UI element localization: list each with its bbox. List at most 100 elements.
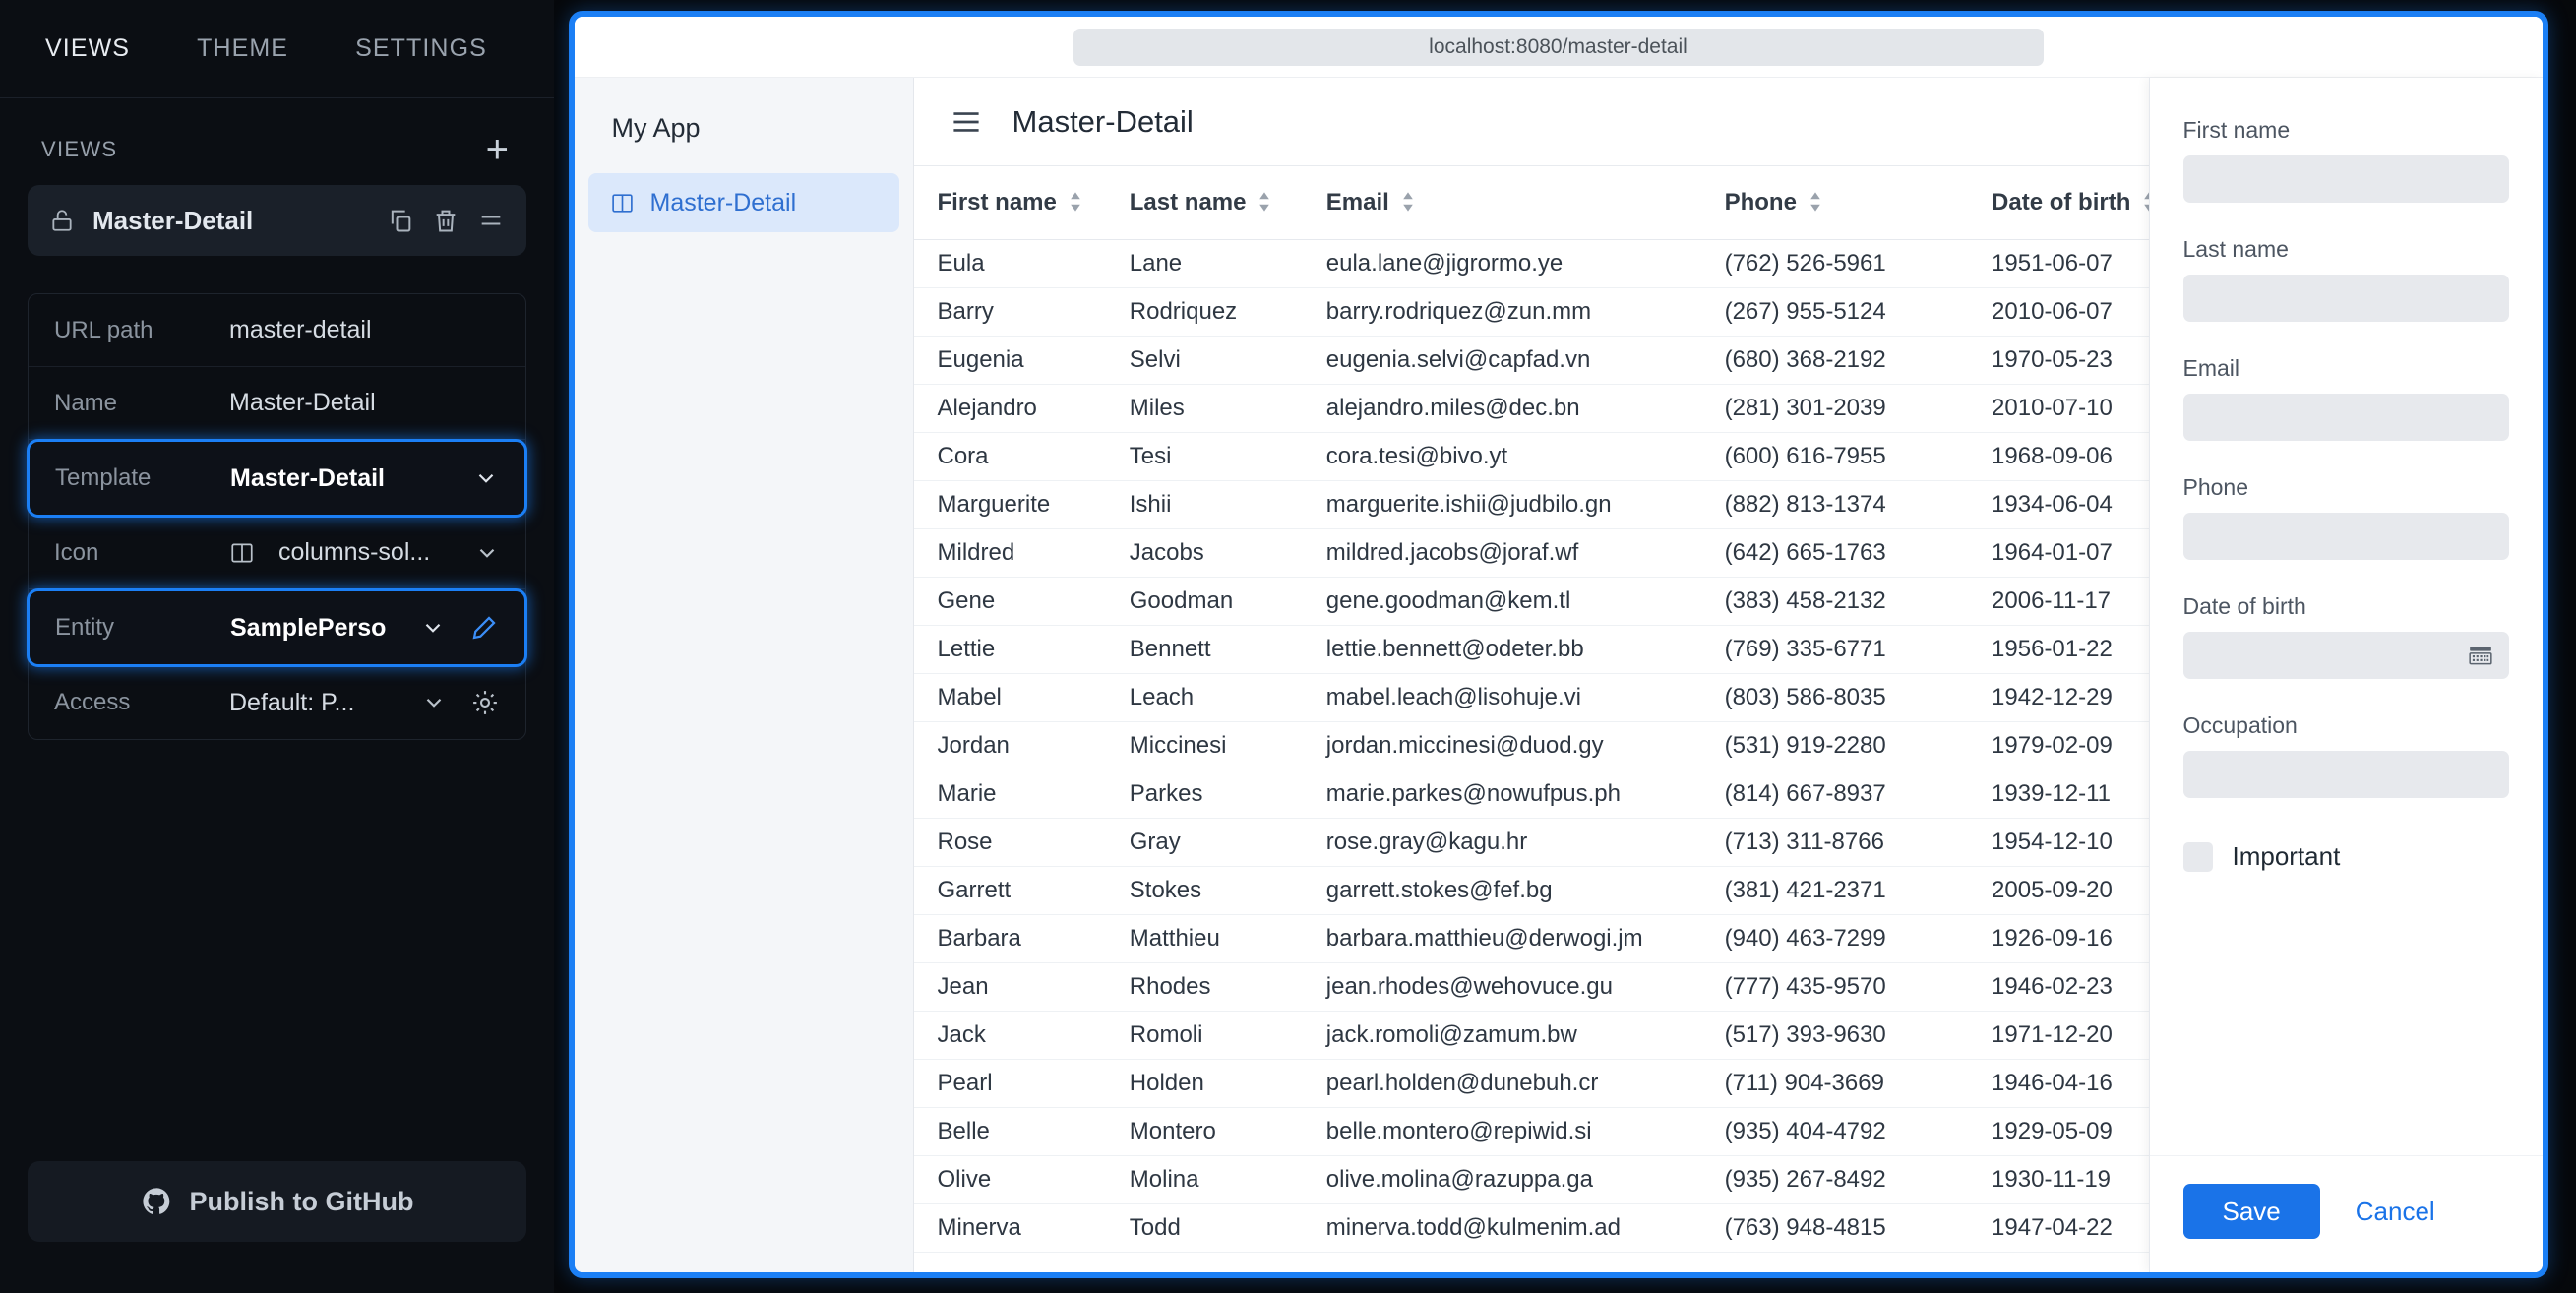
- cell-first_name: Lettie: [913, 625, 1106, 674]
- field-label: Last name: [2182, 236, 2289, 262]
- cell-email: garrett.stokes@fef.bg: [1302, 866, 1701, 915]
- column-header-phone[interactable]: Phone: [1700, 166, 1969, 240]
- cell-last_name: Goodman: [1105, 577, 1303, 626]
- gear-icon[interactable]: [470, 688, 500, 717]
- chevron-down-icon[interactable]: [473, 465, 499, 491]
- cell-last_name: Tesi: [1105, 432, 1303, 481]
- date-of-birth-input[interactable]: [2182, 632, 2509, 679]
- cell-email: mabel.leach@lisohuje.vi: [1302, 673, 1701, 722]
- cell-last_name: Miccinesi: [1105, 721, 1303, 770]
- page-title: Master-Detail: [1012, 103, 1194, 139]
- cell-first_name: Alejandro: [913, 384, 1106, 433]
- chevron-down-icon[interactable]: [474, 540, 500, 566]
- save-button[interactable]: Save: [2182, 1184, 2320, 1239]
- phone-input[interactable]: [2182, 513, 2509, 560]
- email-input[interactable]: [2182, 394, 2509, 441]
- cell-email: marguerite.ishii@judbilo.gn: [1302, 480, 1701, 529]
- cell-phone: (531) 919-2280: [1700, 721, 1969, 770]
- cell-first_name: Jean: [913, 962, 1106, 1012]
- lock-icon: [49, 208, 75, 233]
- sort-icon[interactable]: [1401, 191, 1417, 215]
- cell-email: jack.romoli@zamum.bw: [1302, 1011, 1701, 1060]
- property-entity[interactable]: Entity SamplePerso: [27, 588, 527, 667]
- cell-first_name: Jack: [913, 1011, 1106, 1060]
- field-label: Date of birth: [2182, 593, 2306, 619]
- sort-icon[interactable]: [1069, 191, 1084, 215]
- column-label: First name: [937, 188, 1057, 216]
- browser-toolbar: localhost:8080/master-detail: [574, 17, 2543, 78]
- occupation-input[interactable]: [2182, 751, 2509, 798]
- property-url-path[interactable]: URL path master-detail: [29, 294, 525, 367]
- cell-first_name: Belle: [913, 1107, 1106, 1156]
- property-icon[interactable]: Icon columns-sol...: [29, 517, 525, 589]
- address-bar[interactable]: localhost:8080/master-detail: [1073, 28, 2044, 66]
- cell-email: cora.tesi@bivo.yt: [1302, 432, 1701, 481]
- last-name-input[interactable]: [2182, 275, 2509, 322]
- detail-form: First name Last name Email Phone Date of…: [2150, 78, 2543, 1155]
- column-header-first-name[interactable]: First name: [913, 166, 1106, 240]
- cell-email: belle.montero@repiwid.si: [1302, 1107, 1701, 1156]
- property-label: Access: [54, 689, 131, 715]
- cell-email: pearl.holden@dunebuh.cr: [1302, 1059, 1701, 1108]
- hamburger-icon[interactable]: [950, 108, 983, 136]
- sort-icon[interactable]: [1257, 191, 1273, 215]
- cell-phone: (882) 813-1374: [1700, 480, 1969, 529]
- add-view-button[interactable]: +: [482, 130, 513, 169]
- view-item-label: Master-Detail: [92, 205, 254, 235]
- cell-phone: (642) 665-1763: [1700, 528, 1969, 578]
- cell-phone: (383) 458-2132: [1700, 577, 1969, 626]
- property-template[interactable]: Template Master-Detail: [27, 439, 527, 518]
- cell-first_name: Cora: [913, 432, 1106, 481]
- cell-phone: (777) 435-9570: [1700, 962, 1969, 1012]
- property-value: columns-sol...: [278, 538, 431, 566]
- chevron-down-icon[interactable]: [420, 615, 446, 641]
- tab-settings[interactable]: SETTINGS: [355, 34, 487, 63]
- important-checkbox[interactable]: [2182, 841, 2213, 872]
- column-header-last-name[interactable]: Last name: [1105, 166, 1303, 240]
- publish-to-github-button[interactable]: Publish to GitHub: [28, 1161, 526, 1242]
- columns-icon: [610, 191, 635, 216]
- cell-email: olive.molina@razuppa.ga: [1302, 1155, 1701, 1204]
- chevron-down-icon[interactable]: [421, 690, 447, 715]
- tab-theme[interactable]: THEME: [197, 34, 288, 63]
- cell-first_name: Pearl: [913, 1059, 1106, 1108]
- cell-last_name: Rhodes: [1105, 962, 1303, 1012]
- cell-email: mildred.jacobs@joraf.wf: [1302, 528, 1701, 578]
- property-value: Default: P...: [229, 688, 355, 716]
- sort-icon[interactable]: [1809, 191, 1824, 215]
- column-label: Last name: [1129, 188, 1247, 216]
- tab-views[interactable]: VIEWS: [45, 34, 130, 63]
- field-last-name: Last name: [2182, 236, 2509, 322]
- cancel-button[interactable]: Cancel: [2356, 1197, 2435, 1227]
- publish-section: Publish to GitHub: [0, 1161, 554, 1293]
- app-main: Master-Detail First name Last name Email…: [913, 78, 2543, 1272]
- calendar-icon[interactable]: [2468, 643, 2493, 668]
- editor-panel: VIEWS THEME SETTINGS VIEWS + Master-Deta…: [0, 0, 554, 1293]
- cell-first_name: Olive: [913, 1155, 1106, 1204]
- copy-icon[interactable]: [387, 207, 414, 234]
- cell-last_name: Montero: [1105, 1107, 1303, 1156]
- cell-email: marie.parkes@nowufpus.ph: [1302, 770, 1701, 819]
- property-label: URL path: [54, 316, 153, 343]
- sidebar-item-master-detail[interactable]: Master-Detail: [587, 173, 899, 232]
- cell-last_name: Leach: [1105, 673, 1303, 722]
- trash-icon[interactable]: [432, 207, 460, 234]
- cell-first_name: Barbara: [913, 914, 1106, 963]
- cell-last_name: Romoli: [1105, 1011, 1303, 1060]
- property-name[interactable]: Name Master-Detail: [29, 367, 525, 440]
- cell-phone: (281) 301-2039: [1700, 384, 1969, 433]
- drag-handle-icon[interactable]: [477, 207, 505, 234]
- sidebar-item-label: Master-Detail: [649, 188, 797, 216]
- field-label: Occupation: [2182, 712, 2298, 738]
- cell-last_name: Parkes: [1105, 770, 1303, 819]
- field-label: Email: [2182, 355, 2240, 381]
- first-name-input[interactable]: [2182, 155, 2509, 203]
- property-access[interactable]: Access Default: P...: [29, 666, 525, 739]
- app-sidebar: My App Master-Detail: [574, 78, 914, 1272]
- pencil-icon[interactable]: [469, 613, 499, 643]
- view-list-item-master-detail[interactable]: Master-Detail: [28, 185, 526, 256]
- column-header-email[interactable]: Email: [1302, 166, 1701, 240]
- cell-phone: (940) 463-7299: [1700, 914, 1969, 963]
- cell-last_name: Matthieu: [1105, 914, 1303, 963]
- cell-phone: (935) 404-4792: [1700, 1107, 1969, 1156]
